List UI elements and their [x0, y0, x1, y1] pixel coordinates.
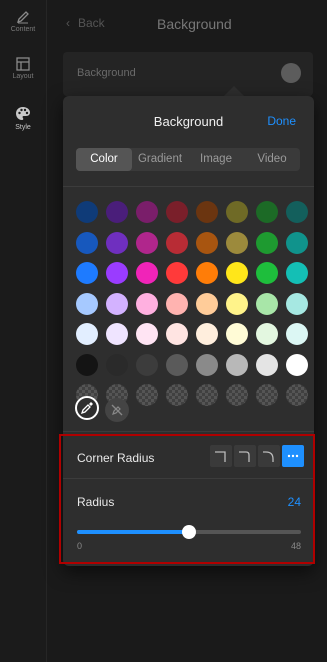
popover-arrow	[224, 86, 244, 96]
color-swatch[interactable]	[226, 231, 248, 254]
color-swatch[interactable]	[136, 323, 158, 345]
back-label: Back	[78, 16, 105, 30]
color-swatch[interactable]	[136, 292, 158, 315]
chevron-left-icon: ‹	[66, 16, 70, 30]
color-swatch[interactable]	[256, 323, 278, 345]
color-swatch[interactable]	[256, 201, 278, 223]
rail-label-style: Style	[15, 124, 31, 131]
background-swatch[interactable]	[281, 63, 301, 83]
color-swatch[interactable]	[286, 201, 308, 223]
background-type-tabs: Color Gradient Image Video	[76, 148, 300, 171]
color-swatch[interactable]	[226, 292, 248, 315]
rail-item-style[interactable]: Style	[0, 106, 46, 131]
color-swatch[interactable]	[256, 262, 278, 284]
transparent-swatch[interactable]	[166, 384, 188, 406]
color-swatch[interactable]	[256, 353, 278, 376]
transparent-swatch[interactable]	[286, 384, 308, 406]
color-swatch[interactable]	[166, 201, 188, 223]
color-swatch[interactable]	[226, 323, 248, 345]
rail-label-content: Content	[10, 26, 36, 33]
layout-icon	[16, 57, 30, 71]
color-swatch[interactable]	[106, 292, 128, 315]
rail-item-content[interactable]: Content	[0, 10, 46, 33]
color-swatch[interactable]	[286, 292, 308, 315]
color-swatch[interactable]	[106, 323, 128, 345]
transparent-swatch[interactable]	[136, 384, 158, 406]
color-swatch[interactable]	[286, 262, 308, 284]
page-title: Background	[157, 16, 232, 32]
tab-gradient[interactable]: Gradient	[132, 148, 188, 171]
back-button[interactable]: ‹ Back	[66, 16, 105, 30]
color-swatch[interactable]	[166, 231, 188, 254]
transparent-swatch[interactable]	[256, 384, 278, 406]
background-row-label: Background	[77, 67, 136, 79]
color-swatch[interactable]	[136, 353, 158, 376]
color-swatch[interactable]	[106, 201, 128, 223]
color-swatch[interactable]	[76, 231, 98, 254]
color-swatch[interactable]	[76, 292, 98, 315]
done-button[interactable]: Done	[267, 114, 296, 128]
color-swatch[interactable]	[166, 353, 188, 376]
divider	[63, 186, 314, 187]
color-swatch[interactable]	[196, 262, 218, 284]
palette-icon	[16, 107, 30, 120]
color-swatch[interactable]	[166, 262, 188, 284]
color-swatch[interactable]	[226, 262, 248, 284]
left-rail: Content Layout Style	[0, 0, 47, 662]
color-swatch[interactable]	[76, 323, 98, 345]
rail-item-layout[interactable]: Layout	[0, 57, 46, 80]
color-swatch[interactable]	[196, 231, 218, 254]
color-swatch[interactable]	[256, 231, 278, 254]
color-swatch[interactable]	[106, 262, 128, 284]
transparent-swatch[interactable]	[226, 384, 248, 406]
tab-video[interactable]: Video	[244, 148, 300, 171]
color-swatch[interactable]	[76, 201, 98, 223]
color-swatch[interactable]	[136, 231, 158, 254]
color-swatch[interactable]	[106, 231, 128, 254]
color-swatch[interactable]	[226, 201, 248, 223]
color-swatch[interactable]	[256, 292, 278, 315]
rail-label-layout: Layout	[12, 73, 34, 80]
color-swatch[interactable]	[196, 292, 218, 315]
color-swatch[interactable]	[286, 231, 308, 254]
pencil-icon	[16, 11, 29, 24]
eyedropper-disabled-icon	[111, 404, 123, 416]
color-swatch[interactable]	[196, 323, 218, 345]
color-swatch[interactable]	[166, 323, 188, 345]
color-swatch[interactable]	[136, 201, 158, 223]
eyedropper-disabled-button[interactable]	[105, 398, 129, 422]
color-swatch[interactable]	[76, 353, 98, 376]
color-swatch[interactable]	[226, 353, 248, 376]
color-swatch[interactable]	[196, 201, 218, 223]
color-swatch[interactable]	[76, 262, 98, 284]
tab-color[interactable]: Color	[76, 148, 132, 171]
color-swatch[interactable]	[106, 353, 128, 376]
eyedropper-icon	[80, 402, 93, 415]
color-swatch[interactable]	[166, 292, 188, 315]
background-row[interactable]: Background	[63, 52, 313, 96]
divider	[63, 431, 314, 432]
color-swatch[interactable]	[196, 353, 218, 376]
color-swatch[interactable]	[286, 323, 308, 345]
tab-image[interactable]: Image	[188, 148, 244, 171]
highlight-box	[59, 434, 315, 564]
eyedropper-button[interactable]	[75, 396, 99, 420]
color-swatch[interactable]	[286, 353, 308, 376]
color-swatch[interactable]	[136, 262, 158, 284]
transparent-swatch[interactable]	[196, 384, 218, 406]
